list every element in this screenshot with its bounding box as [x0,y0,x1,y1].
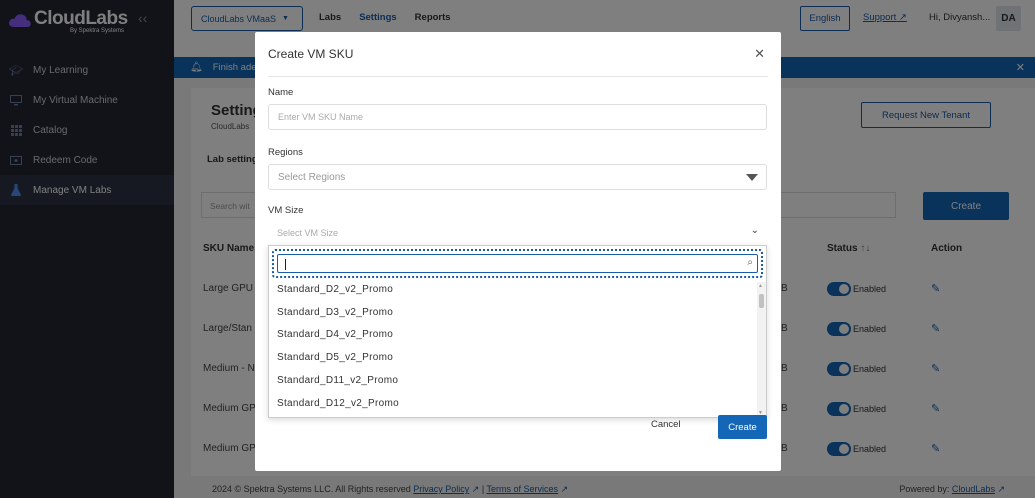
vm-size-options: Standard_D2_v2_Promo Standard_D3_v2_Prom… [269,282,757,417]
dropdown-scrollbar[interactable]: ▲ ▼ [757,282,766,417]
search-icon: ⌕ [747,257,753,268]
regions-select[interactable]: Select Regions [268,164,767,190]
scroll-up-icon[interactable]: ▲ [758,283,763,289]
vm-sku-name-input[interactable]: Enter VM SKU Name [268,104,767,130]
create-vm-sku-modal: Create VM SKU ✕ Name Enter VM SKU Name R… [255,32,781,471]
vm-size-option[interactable]: Standard_D3_v2_Promo [269,301,757,324]
text-cursor [285,259,286,270]
scrollbar-thumb[interactable] [759,294,764,308]
dropdown-search-input[interactable]: ⌕ [277,254,758,273]
chevron-down-icon: ⌄ [750,225,759,236]
vm-size-select[interactable]: Select VM Size ⌄ [268,222,767,244]
vm-size-option[interactable]: Standard_D12_v2_Promo [269,392,757,415]
create-button[interactable]: Create [718,415,767,439]
modal-title: Create VM SKU [268,47,354,61]
dropdown-search-focus-ring: ⌕ [272,249,763,278]
name-label: Name [268,87,294,98]
cancel-button[interactable]: Cancel [651,419,681,430]
vm-size-option[interactable]: Standard_D2_v2_Promo [269,282,757,301]
vm-size-dropdown: ⌕ Standard_D2_v2_Promo Standard_D3_v2_Pr… [268,245,767,418]
vm-size-option[interactable]: Standard_D11_v2_Promo [269,369,757,392]
close-icon[interactable]: ✕ [754,46,765,62]
caret-down-icon [746,174,758,181]
regions-label: Regions [268,147,303,158]
vm-size-option[interactable]: Standard_D5_v2_Promo [269,346,757,369]
vm-size-label: VM Size [268,205,304,216]
regions-placeholder: Select Regions [278,172,346,183]
vm-size-placeholder: Select VM Size [277,228,339,238]
modal-divider [268,76,768,77]
vm-size-option[interactable]: Standard_D4_v2_Promo [269,324,757,347]
